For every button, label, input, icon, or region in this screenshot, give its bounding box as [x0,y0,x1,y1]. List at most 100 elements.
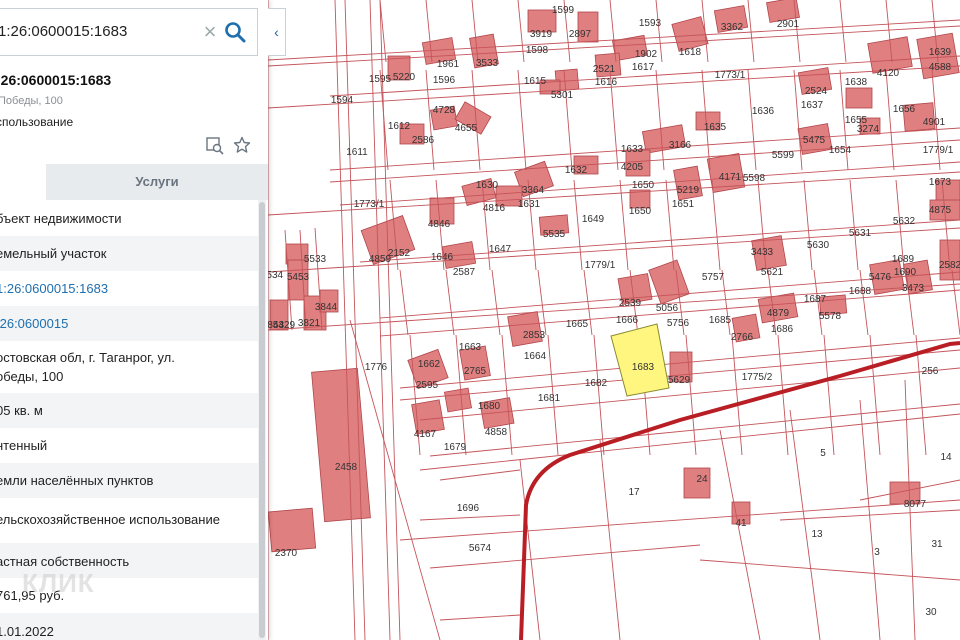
parcel-label: 5578 [819,311,842,322]
panel-tabs: Услуги [0,164,268,200]
parcel-label: 1594 [331,95,354,106]
detail-row: 05 кв. м [0,393,258,428]
parcel-label: 4171 [719,172,742,183]
parcel-label: 1595 [369,74,392,85]
parcel-label: 1673 [929,177,952,188]
parcel-label: 1663 [459,342,482,353]
tab-services[interactable]: Услуги [46,164,268,200]
parcel-label: 5599 [772,150,795,161]
parcel-label: 2766 [731,332,754,343]
parcel-label: 4816 [483,203,506,214]
parcel-label: 1647 [489,244,512,255]
parcel-label: 5429 [273,320,296,331]
detail-value: астная собственность [0,554,130,569]
parcel-label: 1611 [346,147,368,158]
parcel-label: 4167 [414,429,437,440]
parcel-label: 3473 [902,283,925,294]
parcel-label: 24 [696,474,708,485]
parcel-label: 1646 [431,252,454,263]
search-icon[interactable] [222,19,248,45]
parcel-label: 1617 [632,62,655,73]
parcel-label: 5621 [761,267,784,278]
parcel-label: 1689 [892,254,915,265]
parcel-label: 1773/1 [354,199,385,210]
detail-row: емельный участок [0,236,258,271]
parcel-label: 1687 [804,294,827,305]
parcel-label: 4588 [929,62,952,73]
parcel-label: 1651 [672,199,695,210]
parcel-label: 2521 [593,64,616,75]
parcel-label: 5631 [849,228,872,239]
scrollbar-thumb[interactable] [259,202,265,638]
parcel-label: 3919 [530,29,553,40]
parcel-label: 1638 [845,77,868,88]
parcel-label: 5453 [287,272,310,283]
parcel-label: 17 [628,487,640,498]
detail-row: 1.01.2022 [0,613,258,640]
parcel-label: 1631 [518,199,541,210]
parcel-label: 3821 [298,318,321,329]
parcel-label: 13 [811,529,823,540]
parcel-label: 5756 [667,318,690,329]
parcel-label: 5220 [393,72,416,83]
parcel-label: 1696 [457,503,480,514]
parcel-label: 1685 [709,315,732,326]
parcel-label: 5475 [803,135,826,146]
tab-info[interactable] [0,164,46,200]
collapse-panel-button[interactable]: ‹ [268,8,286,56]
parcel-label: 5476 [869,272,892,283]
cadastral-number-link[interactable]: 1:26:0600015:1683 [0,281,108,296]
parcel-label: 3166 [669,140,692,151]
building-footprint [507,311,543,347]
parcel-label: 3433 [751,247,774,258]
parcel-label: 4858 [485,427,508,438]
parcel-label: 256 [922,366,939,377]
parcel-label: 1683 [632,362,655,373]
parcel-label: 5630 [807,240,830,251]
parcel-label: 2524 [805,86,828,97]
cadastral-quarter-link[interactable]: :26:0600015 [0,316,68,331]
detail-value: обеды, 100 [0,369,64,384]
detail-row: :26:0600015 [0,306,258,341]
parcel-label: 5301 [551,90,574,101]
parcel-label: 2539 [619,298,642,309]
parcel-label: 1616 [595,77,618,88]
parcel-label: 1690 [894,267,917,278]
parcel-label: 1593 [639,18,662,29]
parcel-label: 2458 [335,462,358,473]
parcel-label: 1596 [433,75,456,86]
star-icon[interactable] [233,136,251,154]
detail-value: емли населённых пунктов [0,473,154,488]
parcel-label: 1630 [476,180,499,191]
parcel-label: 1656 [893,104,916,115]
parcel-label: 1779/1 [585,260,616,271]
search-bar: 1:26:0600015:1683 × [0,8,258,56]
parcel-label: 2587 [453,267,476,278]
parcel-label: 1598 [526,45,549,56]
parcel-label: 5535 [543,229,566,240]
parcel-label: 1618 [679,47,702,58]
parcel-label: 3 [874,547,880,558]
show-on-map-icon[interactable] [206,137,224,155]
parcel-label: 5629 [668,375,691,386]
search-input[interactable]: 1:26:0600015:1683 [0,23,127,40]
parcel-label: 5757 [702,272,725,283]
parcel-label: 5674 [469,543,492,554]
clear-icon[interactable]: × [198,17,222,47]
parcel-label: 2853 [523,330,546,341]
parcel-label: 31 [931,539,943,550]
parcel-label: 1654 [829,145,852,156]
parcel-label: 1650 [632,180,655,191]
parcel-label: 1773/1 [715,70,746,81]
parcel-label: 2152 [388,248,411,259]
parcel-label: 1665 [566,319,589,330]
parcel-label: 1664 [524,351,547,362]
parcel-label: 1635 [704,122,727,133]
parcel-title: :26:0600015:1683 [0,72,112,88]
parcel-label: 1637 [801,100,824,111]
parcel-label: 30 [925,607,937,618]
building-footprint [267,507,317,553]
parcel-label: 1666 [616,315,639,326]
scrollbar[interactable] [258,200,266,640]
parcel-label: 5056 [656,303,679,314]
